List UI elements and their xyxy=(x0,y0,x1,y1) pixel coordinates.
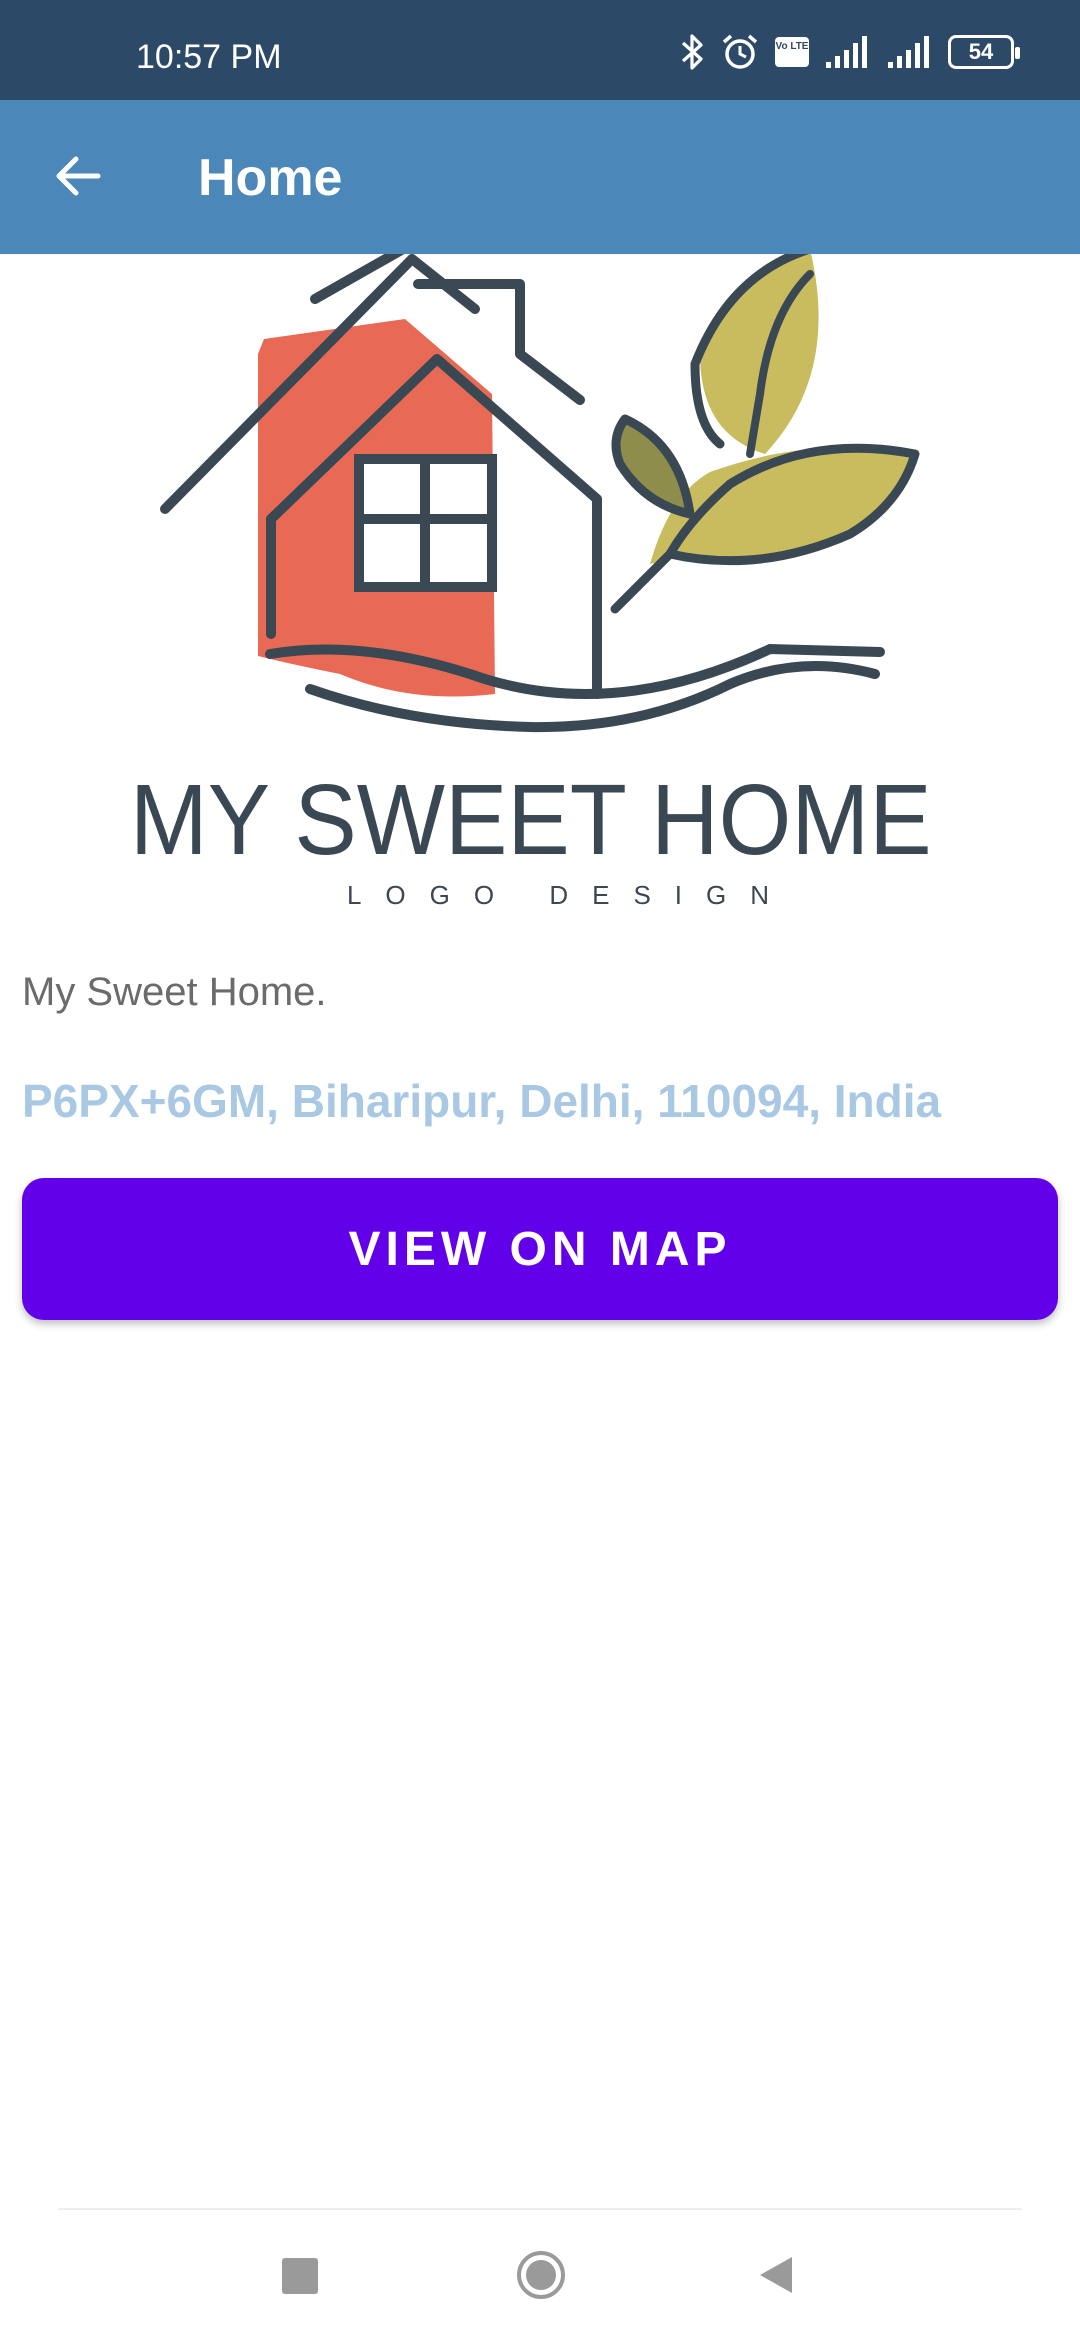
volte-icon: Vo LTE xyxy=(774,34,810,70)
view-on-map-button[interactable]: VIEW ON MAP xyxy=(22,1178,1058,1320)
alarm-icon xyxy=(720,32,760,72)
arrow-left-icon xyxy=(56,156,101,196)
nav-bar-divider xyxy=(58,2208,1022,2210)
battery-level: 54 xyxy=(968,39,994,64)
square-icon[interactable] xyxy=(282,2258,318,2294)
signal-icon xyxy=(824,34,872,70)
battery-icon: 54 xyxy=(948,35,1020,69)
volte-label: Vo LTE xyxy=(776,41,809,52)
triangle-back-icon[interactable] xyxy=(756,2254,796,2296)
status-bar: 10:57 PM Vo LTE 54 xyxy=(0,0,1080,100)
logo-title: MY SWEET HOME xyxy=(130,763,932,876)
signal-icon xyxy=(886,34,934,70)
bluetooth-icon xyxy=(680,32,706,72)
status-icons: Vo LTE 54 xyxy=(680,30,1020,74)
place-address: P6PX+6GM, Biharipur, Delhi, 110094, Indi… xyxy=(22,1075,942,1127)
back-button[interactable] xyxy=(40,138,116,214)
logo-subtitle: LOGO DESIGN xyxy=(347,880,793,910)
app-bar: Home xyxy=(0,100,1080,254)
place-name: My Sweet Home. xyxy=(22,970,327,1014)
status-time: 10:57 PM xyxy=(136,38,282,76)
circle-icon[interactable] xyxy=(516,2250,566,2300)
page-title: Home xyxy=(198,149,343,207)
home-logo-image: MY SWEET HOME LOGO DESIGN xyxy=(110,239,970,914)
